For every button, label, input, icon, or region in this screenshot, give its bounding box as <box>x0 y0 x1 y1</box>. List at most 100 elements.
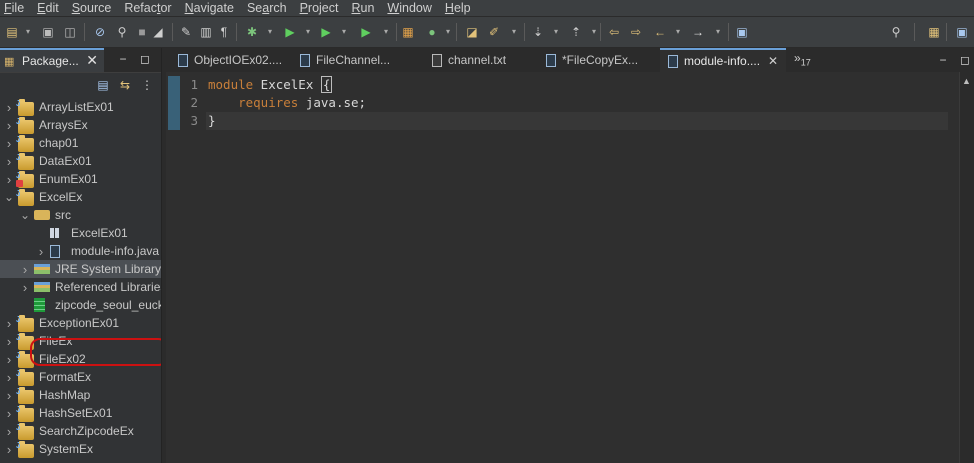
next-annotation-icon[interactable]: ⇣ <box>530 24 546 40</box>
menu-item[interactable]: Refactor <box>120 0 180 16</box>
tree-item[interactable]: › J HashMap <box>0 386 161 404</box>
run-icon[interactable]: ▶ <box>282 24 298 40</box>
terminate-icon[interactable]: ■ <box>134 24 150 40</box>
chevron-right-icon[interactable]: › <box>4 118 14 133</box>
tree-item[interactable]: › J ExceptionEx01 <box>0 314 161 332</box>
menu-item[interactable]: Navigate <box>181 0 243 16</box>
previous-annotation-icon[interactable]: ⇡ <box>568 24 584 40</box>
pin-editor-icon[interactable]: ⇨ <box>628 24 644 40</box>
dropdown-arrow-icon[interactable]: ▾ <box>20 24 36 40</box>
chevron-right-icon[interactable]: › <box>4 172 14 187</box>
terminal-icon[interactable]: ▣ <box>734 24 750 40</box>
toggle-mark-icon[interactable]: ✎ <box>178 24 194 40</box>
new-java-package-icon[interactable]: ▦ <box>400 24 416 40</box>
tree-item[interactable]: › Referenced Libraries <box>0 278 161 296</box>
tab-overflow-indicator[interactable]: »17 <box>794 51 811 67</box>
tree-item[interactable]: › J SearchZipcodeEx <box>0 422 161 440</box>
minimize-icon[interactable]: − <box>116 52 130 66</box>
close-icon[interactable]: ✕ <box>86 52 98 69</box>
editor-tab[interactable]: FileChannel... <box>292 48 410 72</box>
close-icon[interactable]: ✕ <box>768 54 778 68</box>
chevron-down-icon[interactable]: ⌄ <box>20 208 30 222</box>
menu-item[interactable]: Source <box>68 0 121 16</box>
scroll-up-arrow-icon[interactable]: ▲ <box>962 76 971 86</box>
tree-item[interactable]: › module-info.java <box>0 242 161 260</box>
chevron-right-icon[interactable]: › <box>4 442 14 457</box>
chevron-right-icon[interactable]: › <box>36 244 46 259</box>
save-all-icon[interactable]: ◫ <box>62 24 78 40</box>
chevron-right-icon[interactable]: › <box>4 136 14 151</box>
chevron-down-icon[interactable]: ⌄ <box>4 190 14 204</box>
package-explorer-tab[interactable]: ▦ Package... ✕ <box>0 48 104 72</box>
save-icon[interactable]: ▣ <box>40 24 56 40</box>
menu-item[interactable]: Run <box>347 0 383 16</box>
dropdown-arrow-icon[interactable]: ▾ <box>300 24 316 40</box>
dropdown-arrow-icon[interactable]: ▾ <box>506 24 522 40</box>
view-menu-icon[interactable]: ⋮ <box>140 78 154 92</box>
chevron-right-icon[interactable]: › <box>4 388 14 403</box>
tree-item[interactable]: ⌄ J ExcelEx <box>0 188 161 206</box>
dropdown-arrow-icon[interactable]: ▾ <box>710 24 726 40</box>
tree-item[interactable]: › J ArraysEx <box>0 116 161 134</box>
coverage-icon[interactable]: ▶ <box>318 24 334 40</box>
chevron-right-icon[interactable]: › <box>4 406 14 421</box>
forward-icon[interactable]: → <box>690 24 706 40</box>
tree-item[interactable]: › J FormatEx <box>0 368 161 386</box>
highlight-icon[interactable]: ◢ <box>150 24 166 40</box>
link-icon[interactable]: ⚲ <box>114 24 130 40</box>
editor-tab[interactable]: ObjectIOEx02.... <box>170 48 288 72</box>
chevron-right-icon[interactable]: › <box>4 334 14 349</box>
menu-item[interactable]: Edit <box>33 0 68 16</box>
dropdown-arrow-icon[interactable]: ▾ <box>440 24 456 40</box>
editor-tab[interactable]: channel.txt <box>424 48 542 72</box>
debug-icon[interactable]: ✱ <box>244 24 260 40</box>
block-select-icon[interactable]: ▥ <box>198 24 214 40</box>
editor-tab[interactable]: module-info.... ✕ <box>660 48 786 72</box>
search-brush-icon[interactable]: ✐ <box>486 24 502 40</box>
dropdown-arrow-icon[interactable]: ▾ <box>378 24 394 40</box>
chevron-right-icon[interactable]: › <box>4 100 14 115</box>
tree-item[interactable]: › Jchap01 <box>0 134 161 152</box>
minimize-icon[interactable]: − <box>936 53 950 67</box>
chevron-right-icon[interactable]: › <box>20 262 30 277</box>
menu-item[interactable]: Help <box>441 0 480 16</box>
show-whitespace-icon[interactable]: ¶ <box>216 24 232 40</box>
new-icon[interactable]: ▤ <box>4 24 20 40</box>
chevron-right-icon[interactable]: › <box>4 316 14 331</box>
tree-item[interactable]: ExcelEx01 <box>0 224 161 242</box>
editor-tab[interactable]: *FileCopyEx... <box>538 48 656 72</box>
chevron-right-icon[interactable]: › <box>4 352 14 367</box>
external-tools-icon[interactable]: ▶ <box>358 24 374 40</box>
collapse-all-icon[interactable]: ▤ <box>96 78 110 92</box>
tree-item[interactable]: zipcode_seoul_euckr <box>0 296 161 314</box>
last-edit-location-icon[interactable]: ⇦ <box>606 24 622 40</box>
open-perspective-icon[interactable]: ▦ <box>926 24 942 40</box>
tree-item[interactable]: › JRE System Library <box>0 260 161 278</box>
open-type-icon[interactable]: ◪ <box>464 24 480 40</box>
menu-item[interactable]: File <box>0 0 33 16</box>
search-icon[interactable]: ⚲ <box>888 24 904 40</box>
dropdown-arrow-icon[interactable]: ▾ <box>262 24 278 40</box>
code-editor[interactable]: 1 module ExcelEx {2 requires java.se; 3} <box>166 72 959 463</box>
tree-item[interactable]: › J SystemEx <box>0 440 161 458</box>
dropdown-arrow-icon[interactable]: ▾ <box>670 24 686 40</box>
link-with-editor-icon[interactable]: ⇆ <box>118 78 132 92</box>
tree-item[interactable]: › J DataEx01 <box>0 152 161 170</box>
java-perspective-icon[interactable]: ▣ <box>954 24 970 40</box>
dropdown-arrow-icon[interactable]: ▾ <box>548 24 564 40</box>
tree-item[interactable]: › J EnumEx01 <box>0 170 161 188</box>
chevron-right-icon[interactable]: › <box>4 424 14 439</box>
menu-item[interactable]: Window <box>383 0 440 16</box>
new-java-class-icon[interactable]: ● <box>424 24 440 40</box>
tree-item[interactable]: › J ArrayListEx01 <box>0 98 161 116</box>
skip-breakpoints-icon[interactable]: ⊘ <box>92 24 108 40</box>
back-icon[interactable]: ← <box>652 24 668 40</box>
chevron-right-icon[interactable]: › <box>4 154 14 169</box>
menu-item[interactable]: Search <box>243 0 296 16</box>
chevron-right-icon[interactable]: › <box>20 280 30 295</box>
menu-item[interactable]: Project <box>296 0 348 16</box>
maximize-icon[interactable]: ◻ <box>958 53 972 67</box>
editor-scrollbar[interactable]: ▲ <box>959 72 974 463</box>
tree-item[interactable]: ⌄ src <box>0 206 161 224</box>
chevron-right-icon[interactable]: › <box>4 370 14 385</box>
